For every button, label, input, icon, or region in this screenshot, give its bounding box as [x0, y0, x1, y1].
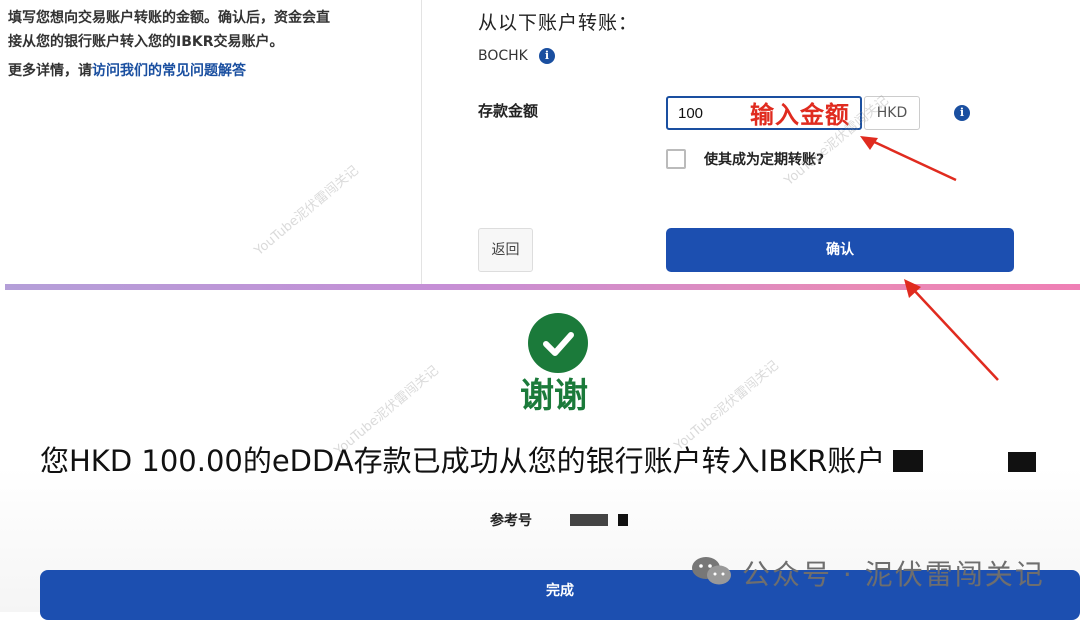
arrow-to-amount-icon — [869, 138, 957, 182]
annotation-arrows — [860, 136, 999, 381]
arrow-to-confirm-icon — [911, 287, 999, 381]
